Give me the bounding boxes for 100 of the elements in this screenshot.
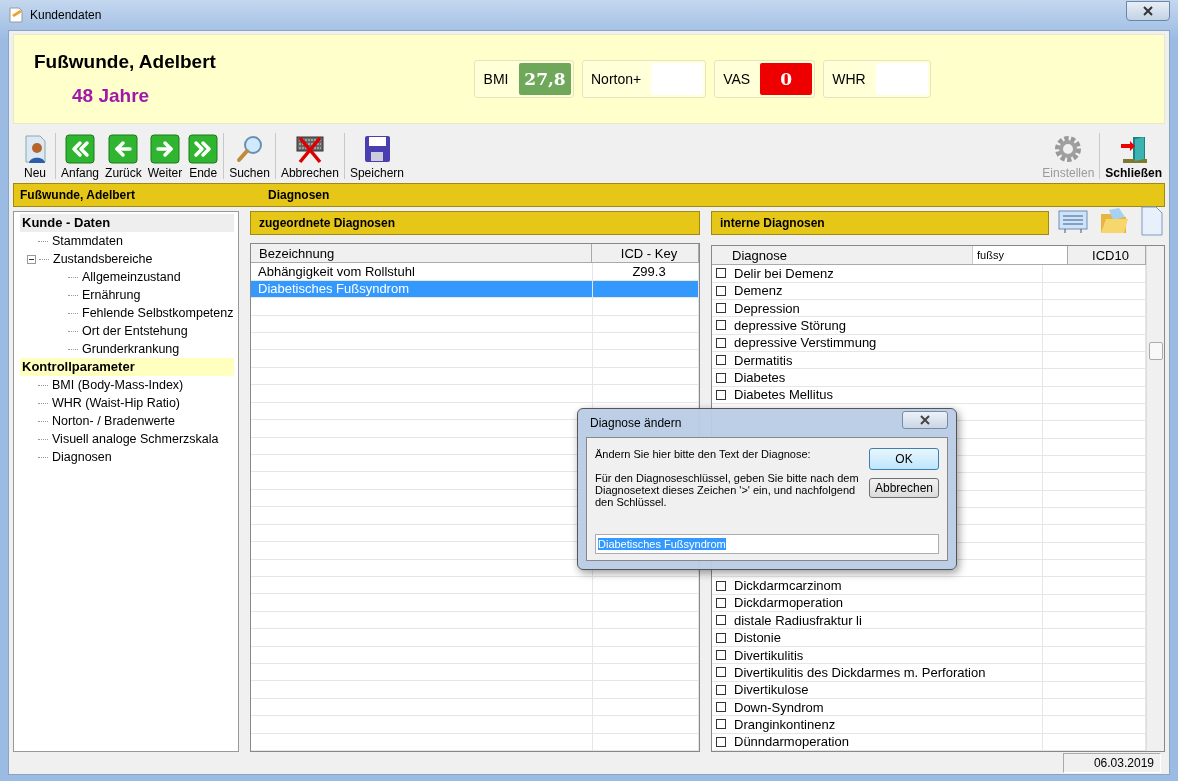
list-item[interactable]: Dünndarmoperation (734, 734, 849, 750)
list-item[interactable]: Divertikulitis (734, 647, 804, 663)
toolbar-button[interactable]: Zurück (102, 131, 145, 183)
list-item[interactable]: Divertikulose (734, 682, 809, 698)
exit-door-icon (1118, 134, 1149, 164)
metric-label: WHR (831, 70, 867, 89)
dialog-hint: Für den Diagnoseschlüssel, geben Sie bitte nach dem Diagnosetext dieses Zeichen '>' ein, und nachfolgend den Schlüssel. (595, 472, 859, 510)
scrollbar[interactable] (1146, 246, 1164, 751)
checkbox[interactable] (716, 719, 726, 730)
checkbox[interactable] (716, 650, 726, 660)
toolbar-button[interactable]: Anfang (58, 131, 103, 183)
tree-item[interactable]: Zustandsbereiche (53, 252, 153, 266)
document-icon (1139, 205, 1165, 237)
checkbox[interactable] (716, 372, 726, 383)
list-item[interactable]: Distonie (734, 630, 781, 646)
toolbar-button[interactable]: Suchen (226, 131, 273, 183)
tree-item[interactable]: Visuell analoge Schmerzskala (52, 432, 219, 446)
list-item[interactable]: Dermatitis (734, 352, 793, 368)
tree-item[interactable]: Stammdaten (52, 234, 123, 248)
metric-label: Norton+ (590, 70, 643, 89)
open-folder-icon (1099, 206, 1129, 236)
tree-item[interactable]: Allgemeinzustand (82, 270, 181, 284)
list-item[interactable]: Delir bei Demenz (734, 265, 834, 281)
table-cell: Abhängigkeit vom Rollstuhl (258, 264, 415, 280)
dialog-prompt: Ändern Sie hier bitte den Text der Diagnose: (595, 448, 812, 460)
keyboard-cross-icon (294, 134, 325, 164)
checkbox[interactable] (716, 667, 726, 678)
column-header[interactable]: Diagnose (712, 246, 972, 265)
close-icon (920, 415, 930, 425)
list-item[interactable]: Dickdarmcarzinom (734, 578, 842, 594)
toolbar-button[interactable]: Weiter (144, 131, 186, 183)
checkbox[interactable] (716, 597, 726, 608)
toolbar-button[interactable]: Ende (185, 131, 222, 183)
toolbar-button[interactable]: Schließen (1102, 131, 1165, 183)
toolbar-button[interactable]: Speichern (346, 131, 407, 183)
checkbox[interactable] (716, 303, 726, 314)
tree-item[interactable]: Norton- / Bradenwerte (52, 414, 175, 428)
context-patient: Fußwunde, Adelbert (20, 188, 136, 202)
checkbox[interactable] (716, 337, 726, 348)
collapse-toggle[interactable] (27, 254, 36, 264)
patient-name: Fußwunde, Adelbert (34, 51, 217, 73)
column-header[interactable]: ICD - Key (592, 244, 699, 263)
tree-group[interactable]: Kontrollparameter (20, 358, 234, 376)
dialog-button[interactable]: Abbrechen (869, 478, 939, 498)
tree-item[interactable]: Diagnosen (52, 450, 112, 464)
tree-item[interactable]: Ernährung (82, 288, 141, 302)
toolbar-button[interactable]: Abbrechen (277, 131, 342, 183)
tree-item[interactable]: WHR (Waist-Hip Ratio) (52, 396, 180, 410)
list-card-icon (1057, 207, 1089, 235)
list-item[interactable]: Dranginkontinenz (734, 716, 836, 732)
list-item[interactable]: Diabetes Mellitus (734, 387, 833, 403)
section-header: zugeordnete Diagnosen (250, 211, 700, 235)
dialog-title: Diagnose ändern (589, 416, 682, 430)
app-document-icon (8, 7, 24, 23)
list-item[interactable]: Demenz (734, 283, 783, 299)
tree-item[interactable]: Ort der Entstehung (82, 324, 188, 338)
close-icon (1143, 6, 1153, 16)
window-title: Kundendaten (30, 8, 102, 22)
checkbox[interactable] (716, 580, 726, 591)
list-item[interactable]: distale Radiusfraktur li (734, 612, 862, 628)
metric-label: BMI (482, 70, 510, 89)
status-date: 06.03.2019 (1063, 753, 1161, 773)
metric-label: VAS (722, 70, 752, 89)
list-item[interactable]: Divertikulitis des Dickdarmes m. Perforation (734, 664, 986, 680)
filter-field[interactable]: fußsy (972, 246, 1068, 265)
list-item[interactable]: depressive Verstimmung (734, 335, 877, 351)
section-header: interne Diagnosen (711, 211, 1049, 235)
tree-item[interactable]: BMI (Body-Mass-Index) (52, 378, 184, 392)
list-item[interactable]: Depression (734, 300, 800, 316)
close-button[interactable] (1126, 1, 1170, 21)
toolbar-button[interactable]: Neu (17, 131, 53, 183)
table-cell: Z99.3 (632, 264, 666, 280)
tree-item[interactable]: Grunderkrankung (82, 342, 180, 356)
checkbox[interactable] (716, 632, 726, 643)
checkbox[interactable] (716, 702, 726, 713)
close-button[interactable] (902, 411, 948, 429)
tree-group[interactable]: Kunde - Daten (20, 214, 234, 232)
checkbox[interactable] (716, 615, 726, 626)
metric-value: 27,8 (519, 63, 571, 95)
list-item[interactable]: depressive Störung (734, 317, 846, 333)
list-item[interactable]: Diabetes (734, 370, 786, 385)
checkbox[interactable] (716, 320, 726, 331)
search-icon (234, 134, 265, 164)
table-cell: Diabetisches Fußsyndrom (258, 281, 409, 297)
list-item[interactable]: Dickdarmoperation (734, 595, 844, 611)
table-row[interactable]: Abhängigkeit vom Rollstuhl Z99.3 (251, 263, 699, 281)
dialog-button[interactable]: OK (869, 448, 939, 470)
tree-item[interactable]: Fehlende Selbstkompetenz (82, 306, 234, 320)
column-header[interactable]: Bezeichnung (251, 244, 592, 263)
checkbox[interactable] (716, 355, 726, 366)
context-section: Diagnosen (268, 188, 330, 202)
patient-age: 48 Jahre (71, 85, 151, 107)
metric-value: 0 (760, 63, 813, 95)
checkbox[interactable] (716, 285, 726, 296)
checkbox[interactable] (716, 736, 726, 747)
checkbox[interactable] (716, 684, 726, 695)
list-item[interactable]: Down-Syndrom (734, 699, 824, 715)
checkbox[interactable] (716, 389, 726, 400)
settings-icon (1053, 134, 1084, 164)
checkbox[interactable] (716, 268, 726, 279)
